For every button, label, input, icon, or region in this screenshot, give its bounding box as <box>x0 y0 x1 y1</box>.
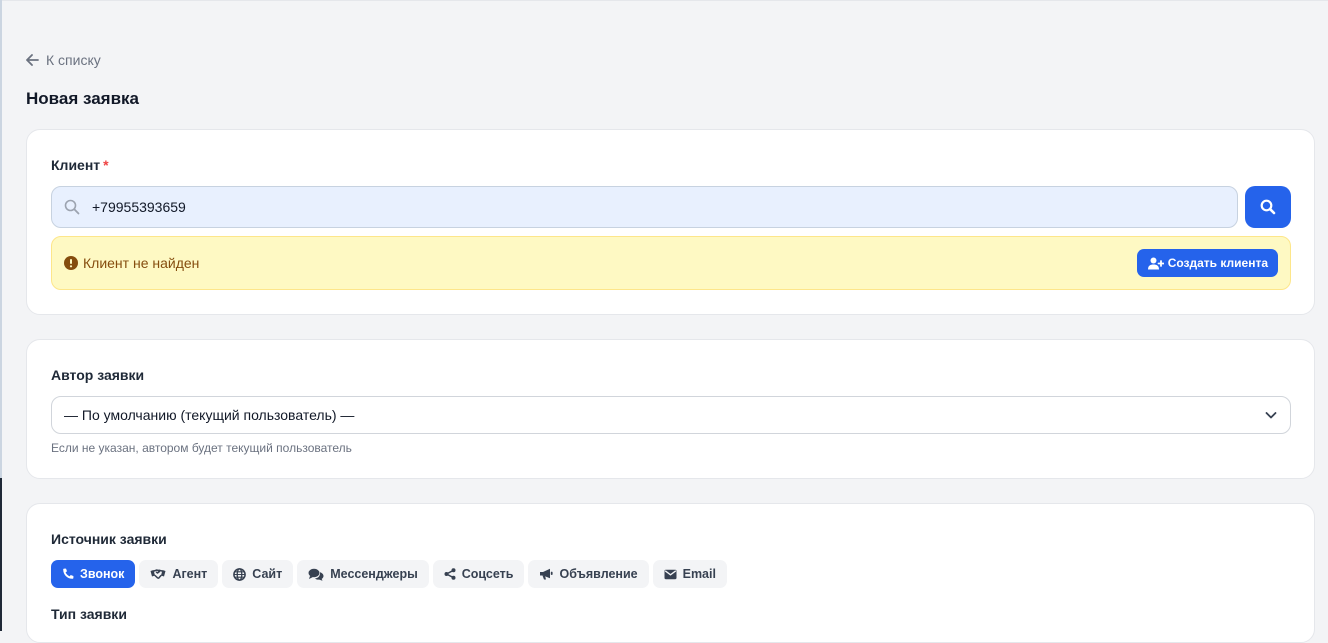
client-label-text: Клиент <box>51 157 101 173</box>
source-option-label: Соцсеть <box>461 567 514 581</box>
globe-icon <box>233 567 247 581</box>
left-edge-shadow <box>0 478 2 631</box>
exclamation-circle-icon <box>64 256 78 270</box>
source-option-site[interactable]: Сайт <box>222 560 294 588</box>
create-client-label: Создать клиента <box>1167 256 1268 270</box>
arrow-left-icon <box>26 54 39 66</box>
client-not-found-alert: Клиент не найден Создать клиента <box>51 236 1291 290</box>
source-card: Источник заявки Звонок Агент Сайт Мессен… <box>26 503 1315 643</box>
source-option-label: Сайт <box>252 567 283 581</box>
back-link-label: К списку <box>46 52 101 68</box>
author-select-value: — По умолчанию (текущий пользователь) — <box>64 407 355 423</box>
megaphone-icon <box>539 568 554 580</box>
alert-text: Клиент не найден <box>83 255 200 271</box>
phone-icon <box>62 568 74 580</box>
source-option-email[interactable]: Email <box>652 560 727 588</box>
user-plus-icon <box>1147 257 1164 270</box>
source-option-label: Email <box>682 567 716 581</box>
source-option-messengers[interactable]: Мессенджеры <box>297 560 429 588</box>
client-label: Клиент * <box>51 157 109 173</box>
author-card: Автор заявки — По умолчанию (текущий пол… <box>26 339 1315 479</box>
source-option-label: Звонок <box>80 567 125 581</box>
source-option-agent[interactable]: Агент <box>139 560 219 588</box>
source-label: Источник заявки <box>51 531 167 547</box>
search-icon <box>1260 199 1276 215</box>
chevron-down-icon <box>1264 408 1278 422</box>
back-to-list-link[interactable]: К списку <box>26 51 101 69</box>
envelope-icon <box>664 569 677 580</box>
source-option-ad[interactable]: Объявление <box>528 560 649 588</box>
client-search-button[interactable] <box>1245 186 1291 228</box>
type-label: Тип заявки <box>51 606 127 622</box>
source-options: Звонок Агент Сайт Мессенджеры Соцсеть Об… <box>51 560 727 588</box>
source-option-label: Мессенджеры <box>330 567 418 581</box>
author-select[interactable]: — По умолчанию (текущий пользователь) — <box>51 396 1291 434</box>
share-icon <box>444 568 456 580</box>
author-hint: Если не указан, автором будет текущий по… <box>51 441 352 455</box>
page-title: Новая заявка <box>26 89 139 108</box>
source-option-social[interactable]: Соцсеть <box>432 560 525 588</box>
search-icon <box>64 199 80 215</box>
client-search-field[interactable] <box>51 186 1238 228</box>
source-option-label: Агент <box>172 567 208 581</box>
client-card: Клиент* Клиент не найден Создать клиента <box>26 129 1315 315</box>
author-label: Автор заявки <box>51 367 145 383</box>
handshake-icon <box>150 568 166 580</box>
client-search-input[interactable] <box>90 186 1237 228</box>
source-option-call[interactable]: Звонок <box>51 560 136 588</box>
chat-icon <box>308 568 324 581</box>
required-mark: * <box>103 157 109 173</box>
create-client-button[interactable]: Создать клиента <box>1136 249 1278 277</box>
source-option-label: Объявление <box>559 567 638 581</box>
top-border <box>0 0 1328 1</box>
